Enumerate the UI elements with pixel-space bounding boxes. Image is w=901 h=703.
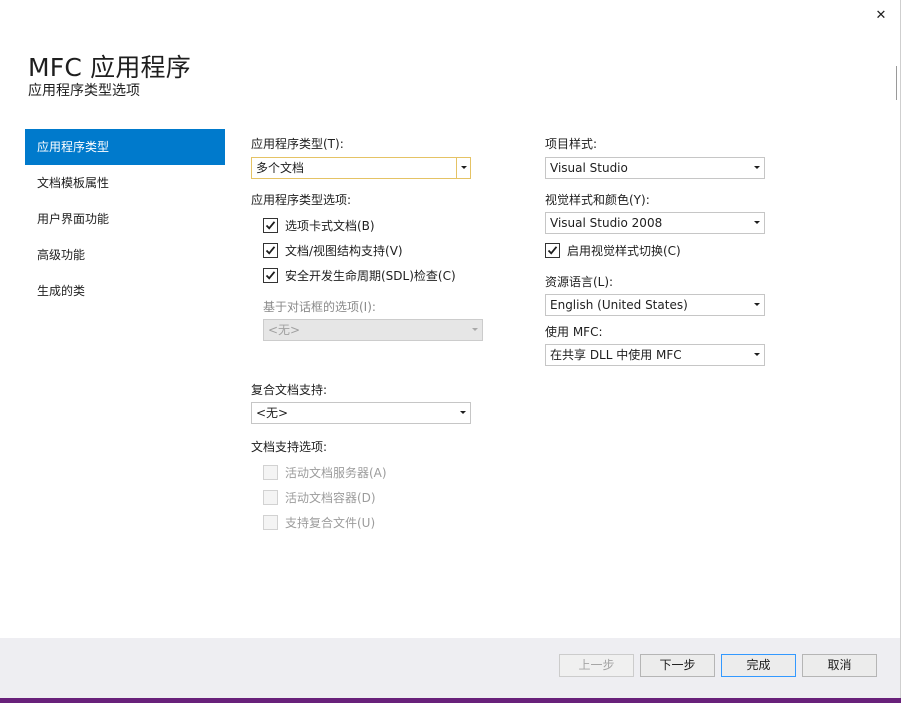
dropdown-arrow-box: [750, 345, 764, 365]
resource-lang-value: English (United States): [550, 298, 688, 312]
sidebar-item-advanced[interactable]: 高级功能: [25, 237, 225, 273]
page-subtitle: 应用程序类型选项: [28, 83, 140, 99]
checkbox-box: [545, 243, 560, 258]
chevron-down-icon: [754, 166, 760, 169]
checkbox-label: 活动文档容器(D): [285, 491, 376, 505]
prev-button[interactable]: 上一步: [559, 654, 634, 677]
sidebar-item-label: 用户界面功能: [37, 212, 110, 226]
sidebar-item-generated-classes[interactable]: 生成的类: [25, 273, 225, 309]
dialog-options-value: <无>: [268, 323, 301, 337]
chevron-down-icon: [472, 328, 478, 331]
checkbox-label: 支持复合文件(U): [285, 516, 376, 530]
compound-doc-select[interactable]: <无>: [251, 402, 471, 424]
compound-doc-label: 复合文档支持:: [251, 383, 328, 397]
sidebar-nav: 应用程序类型 文档模板属性 用户界面功能 高级功能 生成的类: [25, 129, 225, 309]
resource-lang-select[interactable]: English (United States): [545, 294, 765, 316]
sidebar-item-app-type[interactable]: 应用程序类型: [25, 129, 225, 165]
next-button[interactable]: 下一步: [640, 654, 715, 677]
app-type-value: 多个文档: [256, 161, 305, 175]
chevron-down-icon: [754, 221, 760, 224]
checkbox-label: 启用视觉样式切换(C): [567, 244, 681, 258]
chevron-down-icon: [461, 166, 467, 169]
compound-doc-value: <无>: [256, 406, 289, 420]
checkbox-box: [263, 243, 278, 258]
chevron-down-icon: [460, 411, 466, 414]
close-icon[interactable]: ✕: [870, 6, 892, 26]
chevron-down-icon: [754, 303, 760, 306]
use-mfc-label: 使用 MFC:: [545, 325, 603, 339]
finish-button[interactable]: 完成: [721, 654, 796, 677]
sidebar-item-doc-template[interactable]: 文档模板属性: [25, 165, 225, 201]
sidebar-item-label: 文档模板属性: [37, 176, 110, 190]
dropdown-arrow-box: [456, 403, 470, 423]
checkbox-box: [263, 465, 278, 480]
visual-style-value: Visual Studio 2008: [550, 216, 663, 230]
wizard-window: ✕ MFC 应用程序 应用程序类型选项 应用程序类型 文档模板属性 用户界面功能…: [0, 0, 901, 703]
checkmark-icon: [547, 246, 558, 255]
window-edge-divider: [896, 66, 897, 100]
checkmark-icon: [265, 271, 276, 280]
checkbox-box: [263, 515, 278, 530]
dialog-options-label: 基于对话框的选项(I):: [263, 300, 376, 314]
app-type-select[interactable]: 多个文档: [251, 157, 471, 179]
checkmark-icon: [265, 246, 276, 255]
visual-style-label: 视觉样式和颜色(Y):: [545, 193, 650, 207]
cancel-button[interactable]: 取消: [802, 654, 877, 677]
page-title: MFC 应用程序: [28, 53, 191, 82]
project-style-select[interactable]: Visual Studio: [545, 157, 765, 179]
project-style-value: Visual Studio: [550, 161, 628, 175]
checkbox-label: 活动文档服务器(A): [285, 466, 387, 480]
project-style-label: 项目样式:: [545, 137, 598, 151]
checkbox-label: 选项卡式文档(B): [285, 219, 375, 233]
use-mfc-select[interactable]: 在共享 DLL 中使用 MFC: [545, 344, 765, 366]
sidebar-item-ui-features[interactable]: 用户界面功能: [25, 201, 225, 237]
dialog-options-select: <无>: [263, 319, 483, 341]
dropdown-arrow-box: [468, 320, 482, 340]
dropdown-arrow-box: [750, 213, 764, 233]
resource-lang-label: 资源语言(L):: [545, 275, 614, 289]
chevron-down-icon: [754, 353, 760, 356]
bottom-accent-strip: [0, 698, 901, 703]
footer-bar: 上一步 下一步 完成 取消: [0, 638, 900, 698]
checkbox-box: [263, 268, 278, 283]
checkmark-icon: [265, 221, 276, 230]
sidebar-item-label: 生成的类: [37, 284, 86, 298]
checkbox-label: 安全开发生命周期(SDL)检查(C): [285, 269, 456, 283]
dropdown-arrow-box: [456, 158, 470, 178]
checkbox-box: [263, 490, 278, 505]
checkbox-box: [263, 218, 278, 233]
doc-support-label: 文档支持选项:: [251, 440, 328, 454]
sidebar-item-label: 应用程序类型: [37, 140, 110, 154]
visual-style-select[interactable]: Visual Studio 2008: [545, 212, 765, 234]
checkbox-label: 文档/视图结构支持(V): [285, 244, 403, 258]
app-type-label: 应用程序类型(T):: [251, 137, 344, 151]
dropdown-arrow-box: [750, 295, 764, 315]
dropdown-arrow-box: [750, 158, 764, 178]
use-mfc-value: 在共享 DLL 中使用 MFC: [550, 348, 682, 362]
app-type-options-label: 应用程序类型选项:: [251, 193, 352, 207]
sidebar-item-label: 高级功能: [37, 248, 86, 262]
